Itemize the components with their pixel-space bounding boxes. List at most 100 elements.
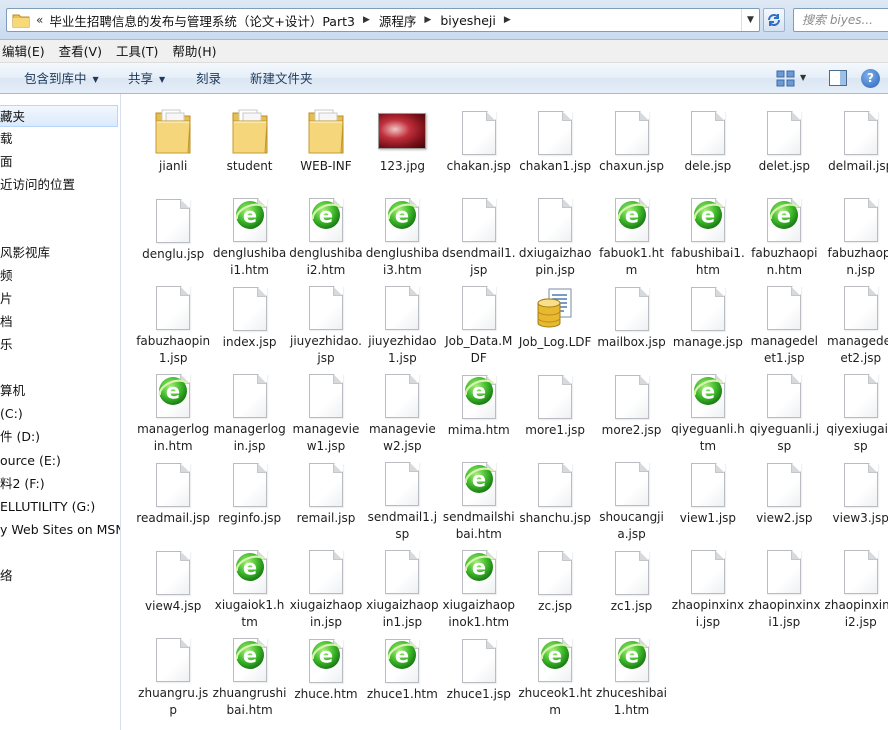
file-item[interactable]: zhaopinxinxi1.jsp bbox=[746, 543, 822, 631]
file-item[interactable]: e fabuzhaopin.htm bbox=[746, 191, 822, 279]
file-item[interactable]: e zhuce1.htm bbox=[364, 631, 440, 719]
file-item[interactable]: view4.jsp bbox=[135, 543, 211, 631]
file-item[interactable]: e qiyeguanli.htm bbox=[670, 367, 746, 455]
nav-item-documents[interactable]: 档 bbox=[0, 311, 13, 333]
file-item[interactable]: e zhuce.htm bbox=[288, 631, 364, 719]
chevron-down-icon[interactable]: ▼ bbox=[800, 69, 806, 87]
file-item[interactable]: e denglushibai2.htm bbox=[288, 191, 364, 279]
file-item[interactable]: WEB-INF bbox=[288, 103, 364, 191]
file-item[interactable]: managedelet2.jsp bbox=[823, 279, 888, 367]
file-item[interactable]: shanchu.jsp bbox=[517, 455, 593, 543]
nav-item-music[interactable]: 乐 bbox=[0, 334, 13, 356]
file-item[interactable]: dxiugaizhaopin.jsp bbox=[517, 191, 593, 279]
menu-edit[interactable]: 编辑(E) bbox=[0, 40, 52, 63]
breadcrumb-item[interactable]: biyesheji bbox=[440, 13, 496, 28]
file-item[interactable]: zhaopinxinxi2.jsp bbox=[823, 543, 888, 631]
file-item[interactable]: manageview2.jsp bbox=[364, 367, 440, 455]
share-button[interactable]: 共享 ▼ bbox=[128, 63, 165, 94]
help-icon[interactable]: ? bbox=[861, 69, 880, 88]
file-item[interactable]: more1.jsp bbox=[517, 367, 593, 455]
file-item[interactable]: sendmail1.jsp bbox=[364, 455, 440, 543]
file-item[interactable]: manageview1.jsp bbox=[288, 367, 364, 455]
nav-item-msn-web-sites[interactable]: y Web Sites on MSN bbox=[0, 519, 120, 541]
file-item[interactable]: Job_Data.MDF bbox=[441, 279, 517, 367]
file-item[interactable]: denglu.jsp bbox=[135, 191, 211, 279]
file-item[interactable]: manage.jsp bbox=[670, 279, 746, 367]
file-item[interactable]: e xiugaizhaopinok1.htm bbox=[441, 543, 517, 631]
burn-button[interactable]: 刻录 bbox=[196, 63, 221, 94]
breadcrumb-overflow[interactable]: « bbox=[36, 13, 43, 27]
views-icon[interactable] bbox=[776, 70, 796, 87]
chevron-right-icon[interactable]: ▶ bbox=[504, 15, 511, 25]
file-item[interactable]: qiyexiugai.jsp bbox=[823, 367, 888, 455]
nav-item-drive-d[interactable]: 件 (D:) bbox=[0, 426, 40, 448]
file-item[interactable]: chakan.jsp bbox=[441, 103, 517, 191]
file-item[interactable]: zc1.jsp bbox=[593, 543, 669, 631]
nav-item-desktop[interactable]: 面 bbox=[0, 151, 13, 173]
file-item[interactable]: index.jsp bbox=[211, 279, 287, 367]
file-item[interactable]: e zhuceshibai1.htm bbox=[593, 631, 669, 719]
file-item[interactable]: view1.jsp bbox=[670, 455, 746, 543]
file-item[interactable]: qiyeguanli.jsp bbox=[746, 367, 822, 455]
breadcrumb-item[interactable]: 毕业生招聘信息的发布与管理系统（论文+设计）Part3 bbox=[49, 11, 355, 30]
file-item[interactable]: e mima.htm bbox=[441, 367, 517, 455]
file-item[interactable]: e zhuceok1.htm bbox=[517, 631, 593, 719]
chevron-down-icon[interactable]: ▼ bbox=[741, 9, 759, 31]
file-item[interactable]: e fabuok1.htm bbox=[593, 191, 669, 279]
nav-item-network[interactable]: 络 bbox=[0, 565, 13, 587]
file-item[interactable]: jiuyezhidao.jsp bbox=[288, 279, 364, 367]
file-item[interactable]: e denglushibai1.htm bbox=[211, 191, 287, 279]
file-item[interactable]: e xiugaiok1.htm bbox=[211, 543, 287, 631]
file-item[interactable]: readmail.jsp bbox=[135, 455, 211, 543]
refresh-button[interactable] bbox=[763, 8, 785, 32]
address-bar[interactable]: « 毕业生招聘信息的发布与管理系统（论文+设计）Part3 ▶ 源程序 ▶ bi… bbox=[6, 8, 760, 32]
menu-tools[interactable]: 工具(T) bbox=[109, 40, 165, 63]
nav-item-drive-c[interactable]: (C:) bbox=[0, 403, 23, 425]
file-item[interactable]: e zhuangrushibai.htm bbox=[211, 631, 287, 719]
nav-item-storm-library[interactable]: 风影视库 bbox=[0, 242, 50, 264]
file-item[interactable]: 123.jpg bbox=[364, 103, 440, 191]
file-item[interactable]: Job_Log.LDF bbox=[517, 279, 593, 367]
file-item[interactable]: reginfo.jsp bbox=[211, 455, 287, 543]
file-item[interactable]: managerlogin.jsp bbox=[211, 367, 287, 455]
file-item[interactable]: shoucangjia.jsp bbox=[593, 455, 669, 543]
file-item[interactable]: zhaopinxinxi.jsp bbox=[670, 543, 746, 631]
file-item[interactable]: managedelet1.jsp bbox=[746, 279, 822, 367]
file-item[interactable]: chaxun.jsp bbox=[593, 103, 669, 191]
file-item[interactable]: xiugaizhaopin.jsp bbox=[288, 543, 364, 631]
nav-item-computer[interactable]: 算机 bbox=[0, 380, 25, 402]
file-item[interactable]: fabuzhaopin.jsp bbox=[823, 191, 888, 279]
file-item[interactable]: delet.jsp bbox=[746, 103, 822, 191]
file-item[interactable]: more2.jsp bbox=[593, 367, 669, 455]
nav-item-recent-places[interactable]: 近访问的位置 bbox=[0, 174, 75, 196]
file-item[interactable]: fabuzhaopin1.jsp bbox=[135, 279, 211, 367]
breadcrumb-item[interactable]: 源程序 bbox=[379, 11, 417, 30]
nav-item-pictures[interactable]: 片 bbox=[0, 288, 13, 310]
preview-pane-icon[interactable] bbox=[829, 70, 847, 86]
file-item[interactable]: student bbox=[211, 103, 287, 191]
file-item[interactable]: jianli bbox=[135, 103, 211, 191]
file-item[interactable]: remail.jsp bbox=[288, 455, 364, 543]
file-item[interactable]: zhuce1.jsp bbox=[441, 631, 517, 719]
nav-item-drive-f[interactable]: 料2 (F:) bbox=[0, 473, 45, 495]
new-folder-button[interactable]: 新建文件夹 bbox=[250, 63, 313, 94]
file-item[interactable]: view3.jsp bbox=[823, 455, 888, 543]
file-item[interactable]: view2.jsp bbox=[746, 455, 822, 543]
file-item[interactable]: e sendmailshibai.htm bbox=[441, 455, 517, 543]
search-box[interactable] bbox=[793, 8, 888, 32]
chevron-right-icon[interactable]: ▶ bbox=[424, 15, 431, 25]
nav-item-favorites[interactable]: 藏夹 bbox=[0, 105, 118, 127]
chevron-right-icon[interactable]: ▶ bbox=[363, 15, 370, 25]
file-item[interactable]: zhuangru.jsp bbox=[135, 631, 211, 719]
include-in-library-button[interactable]: 包含到库中 ▼ bbox=[24, 63, 99, 94]
file-item[interactable]: e fabushibai1.htm bbox=[670, 191, 746, 279]
menu-view[interactable]: 查看(V) bbox=[52, 40, 109, 63]
file-item[interactable]: dsendmail1.jsp bbox=[441, 191, 517, 279]
nav-item-videos[interactable]: 频 bbox=[0, 265, 13, 287]
file-item[interactable]: delmail.jsp bbox=[823, 103, 888, 191]
file-item[interactable]: e managerlogin.htm bbox=[135, 367, 211, 455]
nav-item-downloads[interactable]: 载 bbox=[0, 128, 13, 150]
file-item[interactable]: xiugaizhaopin1.jsp bbox=[364, 543, 440, 631]
file-item[interactable]: dele.jsp bbox=[670, 103, 746, 191]
file-item[interactable]: e denglushibai3.htm bbox=[364, 191, 440, 279]
